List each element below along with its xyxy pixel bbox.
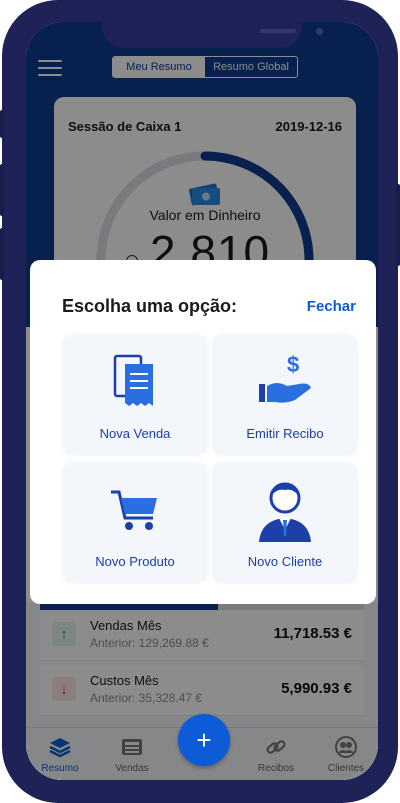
volume-down-button (0, 228, 4, 280)
phone-notch (102, 22, 323, 48)
add-button[interactable]: + (178, 714, 230, 766)
phone-frame: Meu Resumo Resumo Global Sessão de Caixa… (0, 0, 400, 803)
option-label: Nova Venda (99, 426, 171, 441)
close-button[interactable]: Fechar (307, 298, 356, 315)
speaker-grille (260, 29, 296, 33)
option-label: Novo Cliente (247, 554, 323, 569)
svg-text:$: $ (287, 354, 299, 377)
volume-up-button (0, 164, 4, 216)
person-icon (259, 482, 311, 542)
option-label: Emitir Recibo (246, 426, 324, 441)
app-screen: Meu Resumo Resumo Global Sessão de Caixa… (26, 22, 378, 780)
options-modal: Escolha uma opção: Fechar Nova Venda $ E… (30, 260, 376, 604)
option-novo-cliente[interactable]: Novo Cliente (214, 464, 356, 582)
option-novo-produto[interactable]: Novo Produto (64, 464, 206, 582)
option-label: Novo Produto (95, 554, 175, 569)
receipt-icon (113, 354, 153, 406)
mute-switch (0, 110, 4, 138)
option-nova-venda[interactable]: Nova Venda (64, 336, 206, 454)
option-emitir-recibo[interactable]: $ Emitir Recibo (214, 336, 356, 454)
modal-title: Escolha uma opção: (62, 296, 238, 316)
cart-icon (111, 490, 157, 530)
plus-icon: + (196, 724, 212, 755)
front-camera (316, 28, 323, 35)
power-button (396, 184, 400, 266)
hand-dollar-icon: $ (259, 354, 311, 403)
